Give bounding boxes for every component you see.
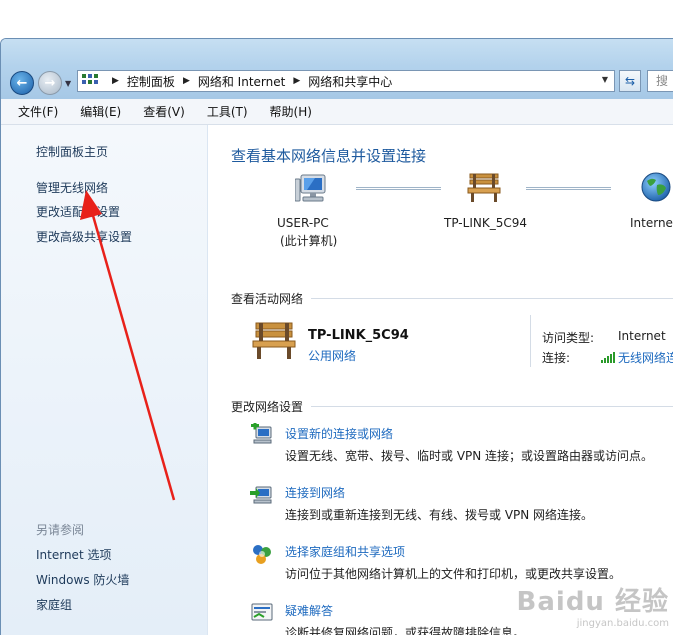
connect-network-link[interactable]: 连接到网络 xyxy=(285,484,345,501)
wireless-signal-icon xyxy=(601,352,615,363)
breadcrumb-separator-icon[interactable]: ▶ xyxy=(293,76,300,86)
bench-network-icon[interactable] xyxy=(467,172,501,204)
router-node-label: TP-LINK_5C94 xyxy=(444,216,527,230)
sidebar-item-homegroup[interactable]: 家庭组 xyxy=(36,596,72,613)
homegroup-icon xyxy=(253,545,271,564)
access-type-label: 访问类型: xyxy=(542,331,595,345)
network-sharing-center-window: ← → ▼ ▶ 控制面板 ▶ 网络和 Internet ▶ 网络和共享中心 ▼ … xyxy=(0,38,673,635)
setup-connection-description: 设置无线、宽带、拨号、临时或 VPN 连接；或设置路由器或访问点。 xyxy=(285,449,654,463)
main-content: 查看基本网络信息并设置连接 USER-PC (此计算机) TP-LINK_5C9… xyxy=(208,125,673,635)
desktop-background xyxy=(0,0,673,38)
computer-node-sublabel: (此计算机) xyxy=(280,234,338,248)
homegroup-options-description: 访问位于其他网络计算机上的文件和打印机，或更改共享设置。 xyxy=(285,567,622,581)
connect-network-description: 连接到或重新连接到无线、有线、拨号或 VPN 网络连接。 xyxy=(285,508,594,522)
section-divider xyxy=(311,406,673,407)
breadcrumb-network-sharing-center[interactable]: 网络和共享中心 xyxy=(308,73,392,90)
computer-node-label: USER-PC xyxy=(277,216,329,230)
menu-view[interactable]: 查看(V) xyxy=(132,103,196,120)
menu-file[interactable]: 文件(F) xyxy=(7,103,69,120)
menu-tools[interactable]: 工具(T) xyxy=(196,103,259,120)
recent-pages-dropdown-icon[interactable]: ▼ xyxy=(65,79,71,88)
menu-bar: 文件(F) 编辑(E) 查看(V) 工具(T) 帮助(H) xyxy=(1,99,673,125)
computer-icon[interactable] xyxy=(295,173,331,205)
search-input[interactable]: 搜 xyxy=(647,70,673,92)
sidebar-item-windows-firewall[interactable]: Windows 防火墙 xyxy=(36,571,129,588)
change-settings-heading: 更改网络设置 xyxy=(231,400,304,414)
access-type-value: Internet xyxy=(618,329,666,343)
network-type-link[interactable]: 公用网络 xyxy=(308,347,356,364)
connection-value-group: 无线网络连 xyxy=(601,349,673,366)
section-divider xyxy=(311,298,673,299)
sidebar-item-advanced-sharing[interactable]: 更改高级共享设置 xyxy=(36,228,132,245)
menu-edit[interactable]: 编辑(E) xyxy=(69,103,132,120)
connection-line xyxy=(356,187,441,190)
sidebar-item-control-panel-home[interactable]: 控制面板主页 xyxy=(36,143,108,160)
connection-label: 连接: xyxy=(542,351,571,365)
forward-arrow-icon: → xyxy=(44,75,56,91)
homegroup-options-link[interactable]: 选择家庭组和共享选项 xyxy=(285,543,405,560)
back-arrow-icon: ← xyxy=(16,75,28,91)
troubleshoot-description: 诊断并修复网络问题，或获得故障排除信息。 xyxy=(285,626,526,635)
breadcrumb-separator-icon[interactable]: ▶ xyxy=(183,76,190,86)
address-dropdown-icon[interactable]: ▼ xyxy=(602,75,608,84)
refresh-icon: ⇆ xyxy=(624,74,636,88)
internet-globe-icon[interactable] xyxy=(640,171,672,203)
menu-help[interactable]: 帮助(H) xyxy=(259,103,323,120)
see-also-heading: 另请参阅 xyxy=(36,523,85,537)
sidebar-item-internet-options[interactable]: Internet 选项 xyxy=(36,546,111,563)
page-title: 查看基本网络信息并设置连接 xyxy=(231,147,427,165)
troubleshoot-link[interactable]: 疑难解答 xyxy=(285,602,333,619)
refresh-button[interactable]: ⇆ xyxy=(619,70,641,92)
active-network-name: TP-LINK_5C94 xyxy=(308,328,409,343)
active-networks-heading: 查看活动网络 xyxy=(231,292,304,306)
internet-node-label: Internet xyxy=(630,216,673,230)
breadcrumb-network-internet[interactable]: 网络和 Internet xyxy=(198,73,285,90)
setup-connection-link[interactable]: 设置新的连接或网络 xyxy=(285,425,393,442)
breadcrumb-separator-icon[interactable]: ▶ xyxy=(112,76,119,86)
wireless-connection-link[interactable]: 无线网络连 xyxy=(618,351,673,365)
network-folder-icon xyxy=(82,74,100,88)
address-bar[interactable]: ▶ 控制面板 ▶ 网络和 Internet ▶ 网络和共享中心 ▼ xyxy=(77,70,615,92)
navigation-bar: ← → ▼ ▶ 控制面板 ▶ 网络和 Internet ▶ 网络和共享中心 ▼ … xyxy=(1,39,673,99)
task-sidebar: 控制面板主页 管理无线网络 更改适配器设置 更改高级共享设置 另请参阅 Inte… xyxy=(1,125,208,635)
vertical-divider xyxy=(530,315,531,367)
breadcrumb-control-panel[interactable]: 控制面板 xyxy=(127,73,175,90)
sidebar-item-adapter-settings[interactable]: 更改适配器设置 xyxy=(36,203,120,220)
active-network-bench-icon[interactable] xyxy=(251,321,297,361)
troubleshoot-icon xyxy=(251,603,273,621)
new-connection-icon xyxy=(251,423,272,444)
connection-line xyxy=(526,187,611,190)
back-button[interactable]: ← xyxy=(10,71,34,95)
sidebar-item-manage-wireless[interactable]: 管理无线网络 xyxy=(36,179,108,196)
forward-button[interactable]: → xyxy=(38,71,62,95)
connect-network-icon xyxy=(250,486,272,504)
